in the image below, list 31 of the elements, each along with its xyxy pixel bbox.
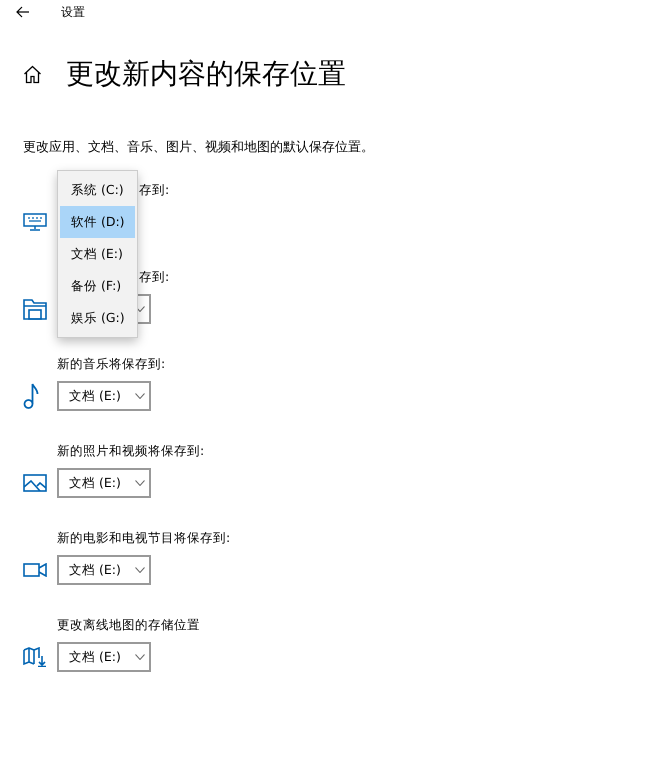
drive-option[interactable]: 系统 (C:) [60, 174, 135, 206]
folder-icon [23, 298, 47, 320]
window-title: 设置 [61, 4, 85, 20]
page-title: 更改新内容的保存位置 [66, 56, 346, 92]
drive-dropdown[interactable]: 文档 (E:) [57, 381, 151, 411]
drive-dropdown[interactable]: 文档 (E:) [57, 468, 151, 498]
location-label: 存到: [139, 181, 170, 199]
location-label: 更改离线地图的存储位置 [57, 616, 201, 634]
drive-option[interactable]: 文档 (E:) [60, 238, 135, 270]
drive-dropdown[interactable]: 文档 (E:) [57, 555, 151, 585]
caret-icon [135, 480, 145, 486]
location-label: 新的照片和视频将保存到: [57, 442, 206, 460]
location-label: 新的电影和电视节目将保存到: [57, 529, 232, 547]
monitor-keyboard-icon [23, 213, 47, 231]
location-label: 存到: [139, 268, 170, 286]
music-note-icon [23, 382, 39, 410]
home-icon[interactable] [23, 64, 42, 84]
drive-dropdown[interactable]: 文档 (E:) [57, 642, 151, 672]
page-description: 更改应用、文档、音乐、图片、视频和地图的默认保存位置。 [23, 139, 375, 156]
caret-icon [135, 654, 145, 660]
caret-icon [135, 393, 145, 399]
picture-icon [23, 474, 47, 492]
caret-icon [135, 306, 145, 312]
drive-option[interactable]: 备份 (F:) [60, 270, 135, 302]
drive-option[interactable]: 软件 (D:) [60, 206, 135, 238]
location-label: 新的音乐将保存到: [57, 355, 166, 373]
back-arrow-icon[interactable] [16, 6, 30, 18]
map-download-icon [23, 647, 47, 667]
drive-option[interactable]: 娱乐 (G:) [60, 302, 135, 334]
caret-icon [135, 567, 145, 573]
video-camera-icon [23, 563, 47, 577]
